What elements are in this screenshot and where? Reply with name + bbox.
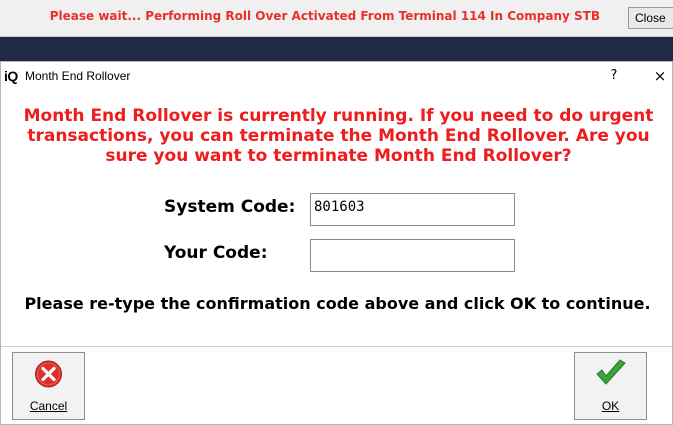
cancel-button-label: Cancel: [29, 399, 68, 413]
ok-button[interactable]: OK: [574, 352, 647, 420]
dialog-close-button[interactable]: ×: [650, 66, 670, 86]
rollover-status-message: Please wait... Performing Roll Over Acti…: [49, 9, 600, 23]
cancel-circle-icon: [35, 360, 62, 388]
system-code-field[interactable]: 801603: [310, 193, 515, 226]
button-area-divider: [1, 346, 672, 347]
notification-close-button[interactable]: Close: [628, 7, 673, 29]
your-code-input[interactable]: [310, 239, 515, 272]
notification-bar: Please wait... Performing Roll Over Acti…: [0, 0, 673, 37]
confirmation-instruction: Please re-type the confirmation code abo…: [24, 294, 651, 313]
cancel-button[interactable]: Cancel: [12, 352, 85, 420]
your-code-label: Your Code:: [164, 243, 268, 263]
iq-logo-icon: iQ: [4, 68, 18, 84]
rollover-warning-text: Month End Rollover is currently running.…: [23, 106, 654, 166]
dialog-titlebar: iQ Month End Rollover ? ×: [1, 62, 672, 90]
app-header-band: [0, 37, 673, 61]
system-code-label: System Code:: [164, 197, 296, 217]
checkmark-icon: [596, 359, 626, 385]
help-button[interactable]: ?: [605, 66, 623, 86]
dialog-title: Month End Rollover: [25, 69, 131, 83]
ok-button-label: OK: [601, 399, 620, 413]
month-end-rollover-dialog: iQ Month End Rollover ? × Month End Roll…: [0, 61, 673, 425]
